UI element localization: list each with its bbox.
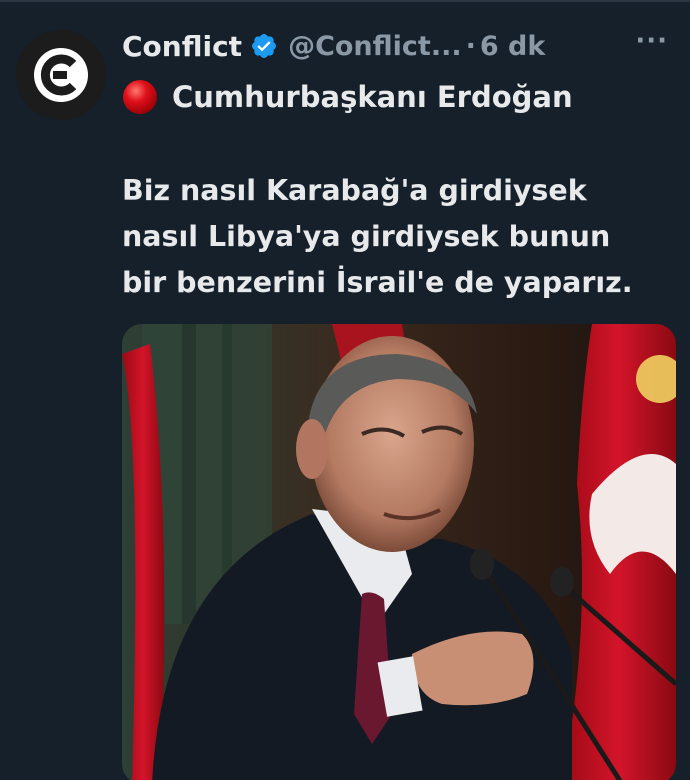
headline-row: Cumhurbaşkanı Erdoğan xyxy=(122,76,573,118)
verified-badge-icon xyxy=(250,32,278,60)
avatar[interactable] xyxy=(16,30,106,120)
red-circle-icon xyxy=(122,79,158,115)
user-handle[interactable]: @Conflict... xyxy=(288,31,462,62)
headline-text: Cumhurbaşkanı Erdoğan xyxy=(172,80,573,114)
timestamp[interactable]: 6 dk xyxy=(480,31,545,62)
separator-dot: · xyxy=(465,30,476,62)
tweet-media-image[interactable] xyxy=(122,324,676,780)
more-options-icon[interactable]: ··· xyxy=(635,26,668,56)
conflict-logo-icon xyxy=(16,30,106,120)
display-name[interactable]: Conflict xyxy=(122,30,242,63)
top-divider xyxy=(0,0,690,2)
tweet-text-line: Biz nasıl Karabağ'a girdiysek xyxy=(122,174,587,207)
tweet-text-line: bir benzerini İsrail'e de yaparız. xyxy=(122,266,633,299)
tweet-header: Conflict @Conflict... · 6 dk xyxy=(122,24,545,68)
tweet-text: Biz nasıl Karabağ'a girdiysek nasıl Liby… xyxy=(122,168,682,306)
tweet-text-line: nasıl Libya'ya girdiysek bunun xyxy=(122,220,611,253)
